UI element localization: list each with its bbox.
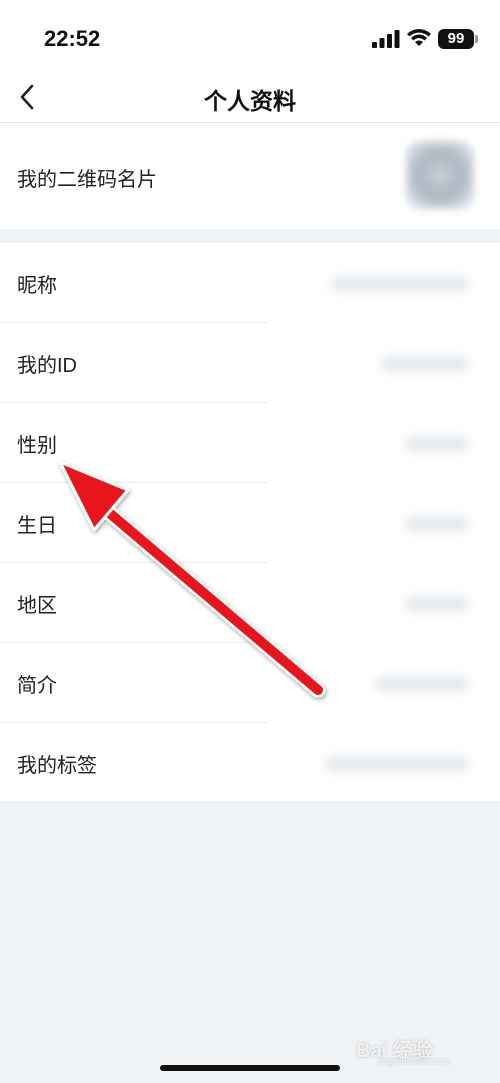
signal-icon	[372, 30, 400, 48]
wifi-icon	[407, 29, 431, 46]
row-label: 昵称	[17, 275, 57, 297]
row-label: 地区	[17, 595, 57, 617]
row-value-blurred	[404, 597, 470, 611]
row-value-blurred	[324, 757, 470, 771]
status-bar: 22:52 99	[0, 0, 500, 78]
home-indicator	[160, 1065, 340, 1071]
row-value-blurred	[330, 277, 470, 291]
row-id[interactable]: 我的ID	[0, 323, 500, 403]
qr-card-row[interactable]: 我的二维码名片	[0, 123, 500, 229]
battery-tip	[475, 35, 478, 43]
profile-list: 昵称 我的ID 性别 生日 地区 简介 我的标签	[0, 243, 500, 801]
watermark-logo: Bai 经验	[356, 1040, 433, 1062]
row-label: 生日	[17, 515, 57, 537]
row-label: 我的ID	[17, 355, 77, 377]
watermark-url: jingyan.baidu.com	[378, 1056, 451, 1066]
page-title: 个人资料	[204, 88, 296, 114]
row-label: 简介	[17, 675, 57, 697]
battery-icon: 99	[438, 29, 474, 49]
nav-bar: 个人资料	[0, 78, 500, 123]
watermark: Bai 经验 jingyan.baidu.com	[356, 1030, 492, 1074]
row-region[interactable]: 地区	[0, 563, 500, 643]
row-nickname[interactable]: 昵称	[0, 243, 500, 323]
row-label: 我的标签	[17, 755, 97, 777]
status-time: 22:52	[44, 26, 101, 51]
row-label: 性别	[17, 435, 57, 457]
row-value-blurred	[404, 517, 470, 531]
row-value-blurred	[380, 357, 470, 371]
row-gender[interactable]: 性别	[0, 403, 500, 483]
row-value-blurred	[374, 677, 470, 691]
qr-card-label: 我的二维码名片	[17, 169, 157, 191]
row-tags[interactable]: 我的标签	[0, 723, 500, 803]
row-value-blurred	[404, 437, 470, 451]
row-bio[interactable]: 简介	[0, 643, 500, 723]
qr-avatar	[406, 141, 474, 209]
row-birthday[interactable]: 生日	[0, 483, 500, 563]
